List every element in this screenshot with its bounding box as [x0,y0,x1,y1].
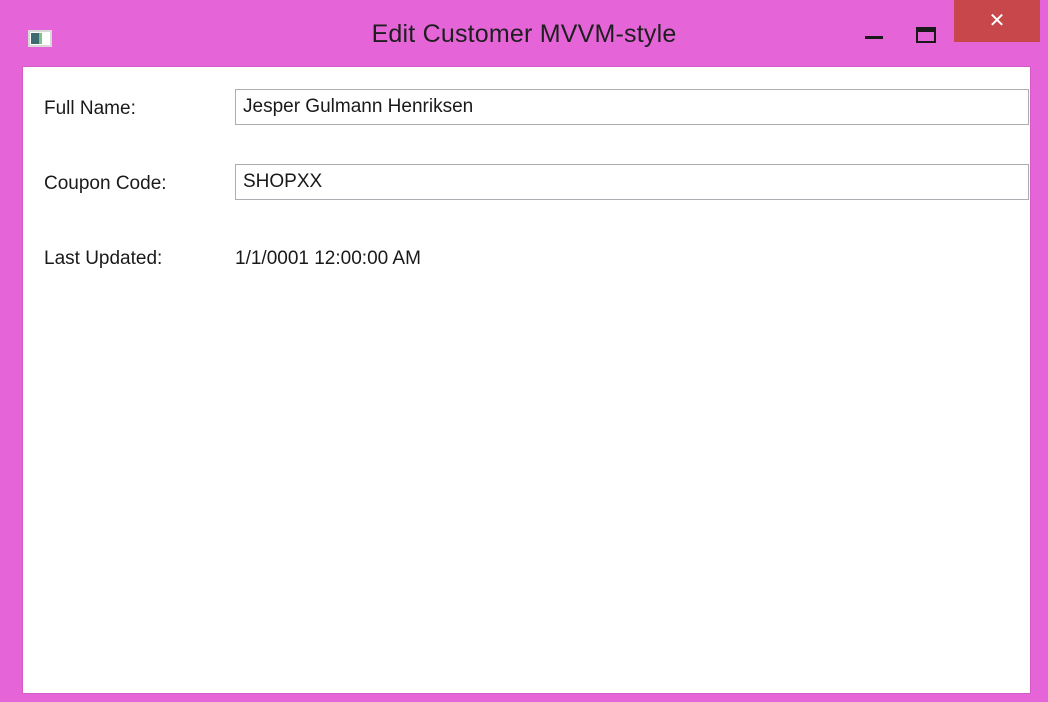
coupon-code-label: Coupon Code: [44,173,167,194]
maximize-icon [916,27,936,43]
last-updated-label: Last Updated: [44,248,163,269]
close-icon: ✕ [988,10,1006,32]
edit-customer-window: Edit Customer MVVM-style ✕ Full Name: Co… [0,0,1048,702]
minimize-button[interactable] [854,0,894,44]
maximize-button[interactable] [903,0,947,44]
coupon-code-field[interactable] [235,164,1029,200]
last-updated-value: 1/1/0001 12:00:00 AM [235,248,421,269]
form-content: Full Name: Coupon Code: Last Updated: 1/… [22,66,1031,694]
close-button[interactable]: ✕ [954,0,1040,42]
full-name-label: Full Name: [44,98,136,119]
full-name-field[interactable] [235,89,1029,125]
title-bar[interactable]: Edit Customer MVVM-style ✕ [0,0,1048,66]
minimize-icon [865,36,883,39]
